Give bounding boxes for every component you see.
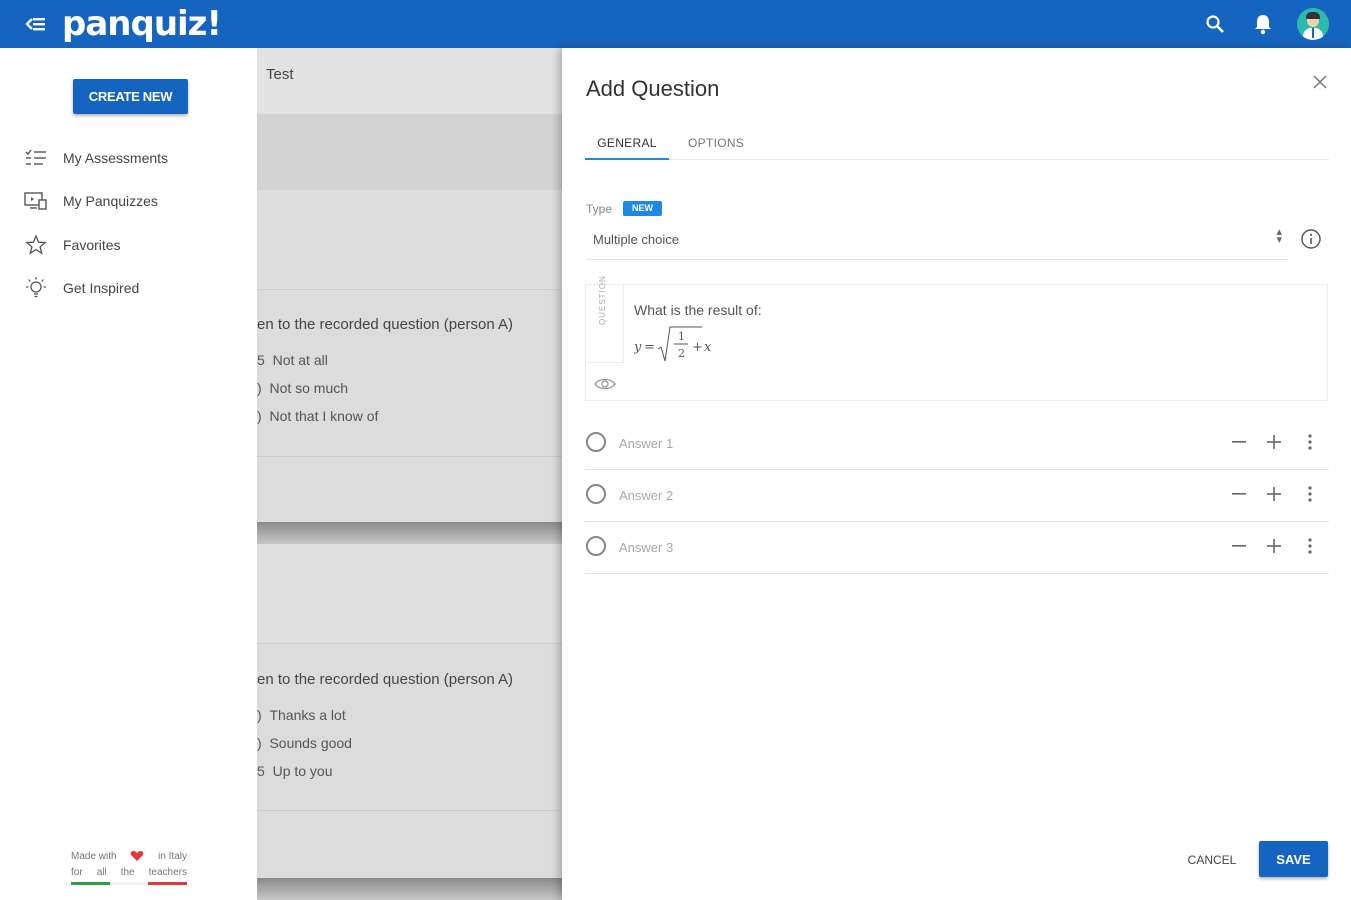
bg-divider bbox=[257, 810, 562, 811]
tab-bar: GENERAL OPTIONS bbox=[585, 126, 1329, 160]
top-app-bar: panquiz! bbox=[0, 0, 1351, 48]
more-vert-icon[interactable] bbox=[1299, 483, 1321, 505]
bg-title-fragment: Test bbox=[266, 66, 294, 83]
question-type-select[interactable]: Multiple choice ▴ ▾ bbox=[586, 226, 1288, 260]
add-question-panel: Add Question GENERAL OPTIONS Type NEW Mu… bbox=[562, 48, 1351, 900]
heart-icon bbox=[131, 851, 144, 861]
app-logo[interactable]: panquiz! bbox=[62, 0, 222, 48]
sidebar-nav: My Assessments My Panquizzes Favorites G… bbox=[0, 136, 257, 310]
formula-denominator: 2 bbox=[678, 347, 685, 360]
minus-icon[interactable] bbox=[1228, 535, 1250, 557]
formula-numerator: 1 bbox=[678, 330, 685, 343]
bg-divider bbox=[257, 456, 562, 457]
bg-option: 5 Up to you bbox=[257, 763, 333, 779]
avatar[interactable] bbox=[1297, 8, 1329, 40]
footer-word: all bbox=[96, 866, 107, 878]
panel-title: Add Question bbox=[586, 76, 720, 101]
more-vert-icon[interactable] bbox=[1299, 535, 1321, 557]
bg-question-2: en to the recorded question (person A) bbox=[257, 671, 513, 688]
sidebar-item-get-inspired[interactable]: Get Inspired bbox=[0, 267, 257, 311]
answer-row-2 bbox=[585, 470, 1329, 522]
save-button[interactable]: SAVE bbox=[1259, 841, 1328, 877]
sidebar-item-label: My Assessments bbox=[63, 149, 169, 166]
formula-equals: = bbox=[644, 340, 655, 355]
plus-icon[interactable] bbox=[1263, 431, 1285, 453]
question-text: What is the result of: bbox=[634, 302, 762, 318]
made-with-text: Made with bbox=[71, 850, 117, 862]
sidebar-item-label: Favorites bbox=[63, 236, 121, 253]
avatar-hair bbox=[1306, 12, 1320, 19]
sidebar-item-my-assessments[interactable]: My Assessments bbox=[0, 136, 257, 180]
list-icon bbox=[24, 146, 48, 170]
answer-input[interactable] bbox=[619, 484, 1179, 506]
sidebar-item-label: My Panquizzes bbox=[63, 193, 158, 210]
footer-word: for bbox=[71, 866, 83, 878]
bg-card-shadow bbox=[257, 878, 562, 900]
answer-row-3 bbox=[585, 522, 1329, 574]
in-italy-text: in Italy bbox=[158, 850, 187, 862]
bg-option: ) Not that I know of bbox=[257, 408, 379, 424]
close-icon[interactable] bbox=[1308, 70, 1332, 94]
avatar-tie bbox=[1312, 28, 1314, 38]
footer-word: the bbox=[120, 866, 135, 878]
bg-band bbox=[257, 190, 562, 290]
bg-band bbox=[257, 114, 562, 190]
plus-icon[interactable] bbox=[1263, 483, 1285, 505]
answer-input[interactable] bbox=[619, 536, 1179, 558]
answer-row-1 bbox=[585, 418, 1329, 470]
type-select-value: Multiple choice bbox=[593, 232, 679, 247]
star-icon bbox=[24, 233, 48, 257]
question-side-tab: QUESTION bbox=[586, 275, 624, 363]
answer-input[interactable] bbox=[619, 432, 1179, 454]
plus-icon[interactable] bbox=[1263, 535, 1285, 557]
search-icon[interactable] bbox=[1203, 12, 1227, 36]
cancel-button[interactable]: CANCEL bbox=[1176, 845, 1248, 875]
eye-icon[interactable] bbox=[592, 375, 618, 393]
answer-radio[interactable] bbox=[586, 536, 606, 556]
bg-option: 5 Not at all bbox=[257, 352, 328, 368]
italy-flag-bar bbox=[71, 882, 188, 885]
bg-option: ) Thanks a lot bbox=[257, 707, 346, 723]
formula-lhs: y bbox=[634, 340, 642, 355]
minus-icon[interactable] bbox=[1228, 431, 1250, 453]
sidebar-item-favorites[interactable]: Favorites bbox=[0, 223, 257, 267]
bg-option: ) Not so much bbox=[257, 380, 349, 396]
menu-back-icon[interactable] bbox=[22, 10, 50, 38]
sidebar-item-my-panquizzes[interactable]: My Panquizzes bbox=[0, 180, 257, 224]
tab-options[interactable]: OPTIONS bbox=[688, 126, 750, 160]
formula-operator: + bbox=[692, 340, 703, 355]
footer-word: teachers bbox=[148, 866, 187, 878]
sidebar-item-label: Get Inspired bbox=[63, 280, 140, 297]
select-arrows-icon: ▴ ▾ bbox=[1276, 226, 1282, 246]
background-page: Test en to the recorded question (person… bbox=[257, 48, 562, 900]
question-vertical-label: QUESTION bbox=[598, 275, 607, 325]
info-icon[interactable] bbox=[1300, 228, 1322, 250]
formula-var: x bbox=[704, 340, 712, 355]
lightbulb-icon bbox=[24, 276, 48, 300]
tab-general[interactable]: GENERAL bbox=[585, 126, 669, 160]
bg-card-shadow bbox=[257, 522, 562, 544]
screen-icon bbox=[24, 189, 48, 213]
bell-icon[interactable] bbox=[1251, 12, 1275, 36]
create-new-button[interactable]: CREATE NEW bbox=[73, 79, 188, 114]
type-label: Type bbox=[586, 202, 613, 216]
math-formula: y = 1 2 + x bbox=[634, 326, 712, 362]
sidebar: CREATE NEW My Assessments My Panquizzes … bbox=[0, 48, 257, 900]
minus-icon[interactable] bbox=[1228, 483, 1250, 505]
bg-option: ) Sounds good bbox=[257, 735, 352, 751]
new-badge: NEW bbox=[623, 201, 662, 216]
bg-question-1: en to the recorded question (person A) bbox=[257, 316, 513, 333]
bg-band bbox=[257, 544, 562, 644]
question-editor[interactable]: QUESTION What is the result of: y = 1 2 … bbox=[585, 275, 1328, 401]
more-vert-icon[interactable] bbox=[1299, 431, 1321, 453]
answer-radio[interactable] bbox=[586, 432, 606, 452]
answer-radio[interactable] bbox=[586, 484, 606, 504]
made-with-footer: Made with in Italy for all the teachers bbox=[71, 848, 188, 885]
bg-header-block bbox=[257, 48, 562, 114]
